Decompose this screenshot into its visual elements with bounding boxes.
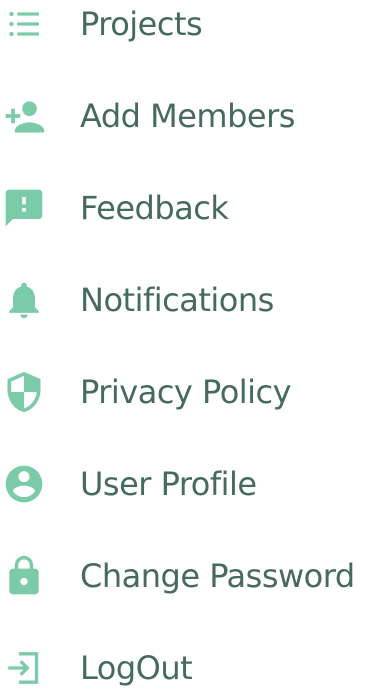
login-arrow-icon bbox=[2, 646, 46, 690]
menu-item-label: Notifications bbox=[80, 281, 274, 319]
feedback-icon bbox=[2, 186, 46, 230]
menu-item-change-password[interactable]: Change Password bbox=[0, 548, 387, 604]
shield-icon bbox=[2, 370, 46, 414]
menu-item-feedback[interactable]: Feedback bbox=[0, 180, 387, 236]
add-person-icon bbox=[2, 94, 46, 138]
menu-item-label: LogOut bbox=[80, 649, 193, 687]
menu-item-projects[interactable]: Projects bbox=[0, 0, 387, 52]
menu-item-user-profile[interactable]: User Profile bbox=[0, 456, 387, 512]
menu-item-privacy-policy[interactable]: Privacy Policy bbox=[0, 364, 387, 420]
menu-item-notifications[interactable]: Notifications bbox=[0, 272, 387, 328]
list-icon bbox=[2, 2, 46, 46]
menu-item-label: Feedback bbox=[80, 189, 229, 227]
menu-item-label: Privacy Policy bbox=[80, 373, 292, 411]
account-circle-icon bbox=[2, 462, 46, 506]
bell-icon bbox=[2, 278, 46, 322]
menu-item-label: Projects bbox=[80, 5, 203, 43]
menu-item-label: User Profile bbox=[80, 465, 257, 503]
menu-item-label: Change Password bbox=[80, 557, 355, 595]
menu-item-logout[interactable]: LogOut bbox=[0, 640, 387, 696]
navigation-menu: Projects Add Members Feedback Notificati… bbox=[0, 0, 387, 694]
menu-item-add-members[interactable]: Add Members bbox=[0, 88, 387, 144]
lock-icon bbox=[2, 554, 46, 598]
menu-item-label: Add Members bbox=[80, 97, 295, 135]
